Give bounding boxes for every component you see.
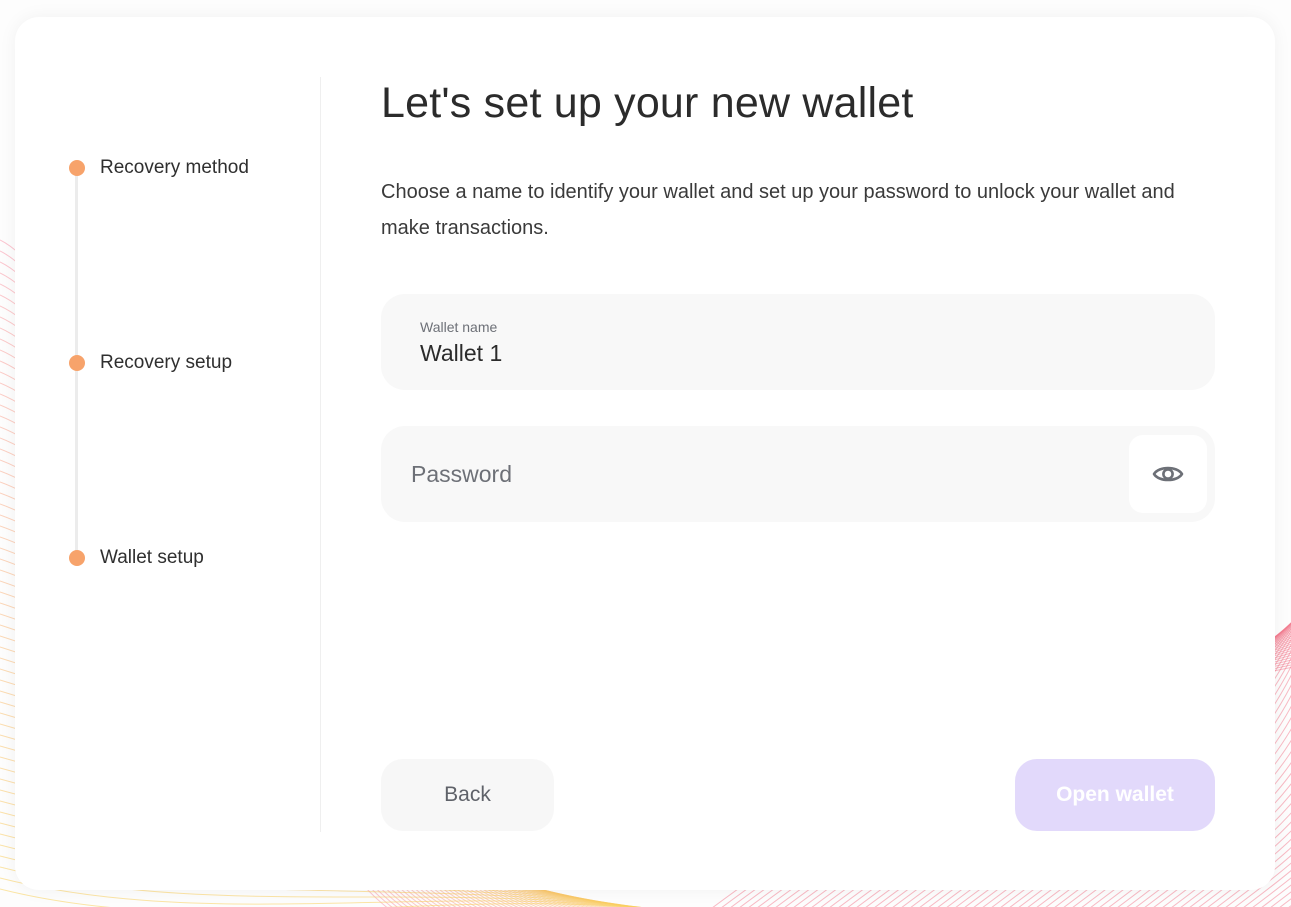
eye-icon bbox=[1152, 466, 1184, 482]
step-recovery-setup: Recovery setup bbox=[69, 352, 232, 374]
step-dot bbox=[69, 160, 85, 176]
password-field bbox=[381, 426, 1215, 522]
step-label: Wallet setup bbox=[100, 547, 204, 568]
step-label: Recovery method bbox=[100, 157, 249, 178]
step-wallet-setup: Wallet setup bbox=[69, 547, 204, 569]
progress-stepper: Recovery method Recovery setup Wallet se… bbox=[15, 17, 320, 890]
setup-card: Recovery method Recovery setup Wallet se… bbox=[15, 17, 1275, 890]
open-wallet-button[interactable]: Open wallet bbox=[1015, 759, 1215, 831]
step-label: Recovery setup bbox=[100, 352, 233, 373]
wallet-name-field[interactable]: Wallet name Wallet 1 bbox=[381, 294, 1215, 390]
toggle-password-visibility-button[interactable] bbox=[1129, 435, 1207, 513]
password-input[interactable] bbox=[411, 426, 1111, 522]
page-description: Choose a name to identify your wallet an… bbox=[381, 181, 1175, 239]
wallet-setup-panel: Let's set up your new wallet Choose a na… bbox=[381, 17, 1215, 890]
step-dot bbox=[69, 355, 85, 371]
section-divider bbox=[320, 77, 321, 832]
step-recovery-method: Recovery method bbox=[69, 157, 249, 179]
step-dot bbox=[69, 550, 85, 566]
back-button[interactable]: Back bbox=[381, 759, 554, 831]
page-title: Let's set up your new wallet bbox=[381, 79, 914, 127]
wallet-name-value[interactable]: Wallet 1 bbox=[420, 340, 502, 367]
app-window: Recovery method Recovery setup Wallet se… bbox=[0, 0, 1291, 907]
wallet-name-label: Wallet name bbox=[420, 319, 498, 335]
